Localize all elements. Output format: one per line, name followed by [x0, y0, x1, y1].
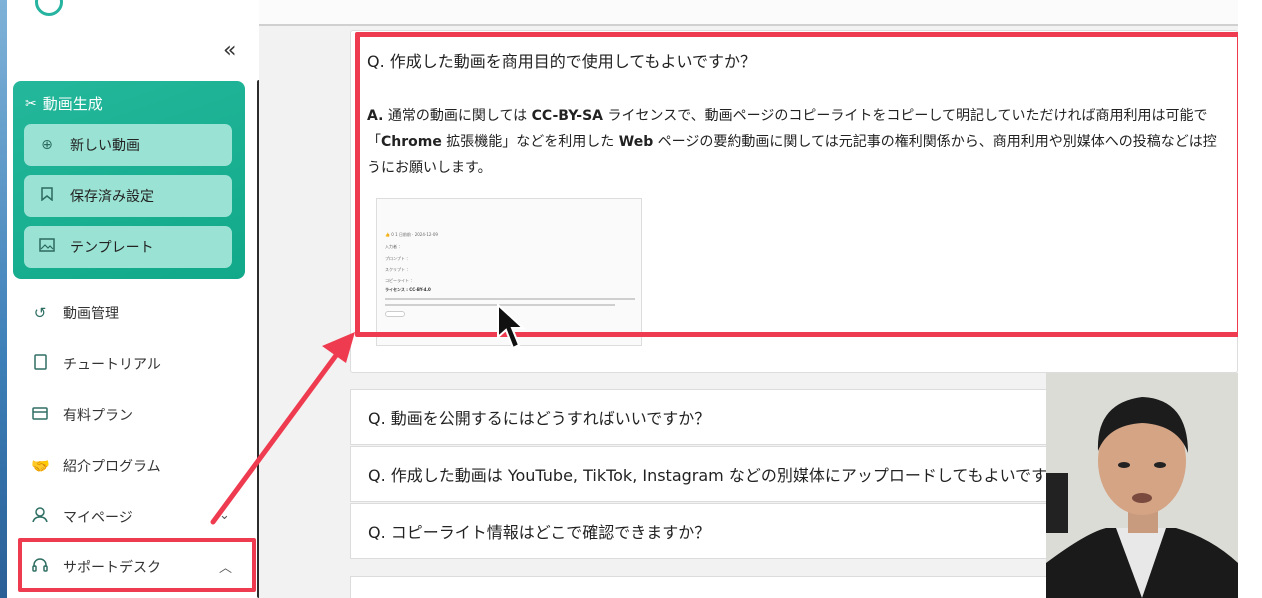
- mouse-cursor-icon: [497, 303, 526, 350]
- page-right-margin: [1238, 0, 1262, 598]
- webcam-overlay: [1046, 373, 1238, 598]
